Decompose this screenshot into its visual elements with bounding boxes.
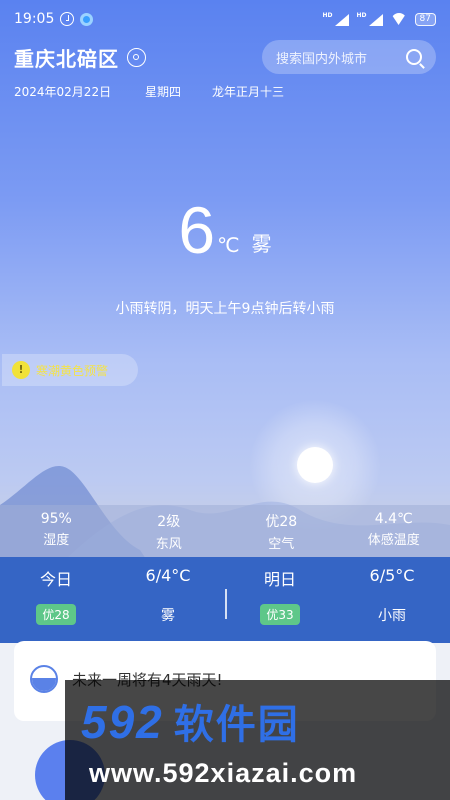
header: 重庆北碚区 搜索国内外城市 (14, 40, 436, 74)
gregorian-date: 2024年02月22日 (14, 85, 112, 99)
city-name[interactable]: 重庆北碚区 (14, 43, 119, 72)
signal-icon: HD (323, 12, 349, 26)
metric-value: 2级 (157, 514, 181, 530)
app-notification-icon (80, 12, 94, 26)
watermark-url: www.592xiazai.com (89, 758, 358, 788)
alert-icon: ! (12, 361, 30, 379)
metric-label: 湿度 (43, 533, 70, 548)
current-weather: 6 ℃ 雾 (0, 195, 450, 265)
metric-air-quality: 优28 空气 (225, 505, 338, 557)
alarm-icon (60, 12, 75, 26)
search-icon[interactable] (406, 49, 422, 65)
metric-label: 东风 (155, 537, 182, 552)
metric-label: 空气 (268, 537, 295, 552)
metric-label: 体感温度 (367, 533, 420, 548)
lunar-date: 龙年正月十三 (212, 85, 285, 99)
alert-text: 寒潮黄色预警 (36, 363, 109, 378)
date-row: 2024年02月22日 星期四 龙年正月十三 (14, 83, 436, 100)
metric-wind: 2级 东风 (113, 505, 226, 557)
wifi-icon (391, 13, 407, 25)
metric-value: 4.4℃ (374, 511, 413, 527)
today-aqi-badge: 优28 (36, 604, 76, 625)
status-bar: 19:05 HD HD 87 (0, 0, 450, 38)
today-label: 今日 (39, 570, 72, 589)
rain-drop-icon (30, 665, 58, 693)
today-condition: 雾 (161, 607, 175, 624)
weather-alert-badge[interactable]: ! 寒潮黄色预警 (2, 354, 138, 386)
metric-feels-like: 4.4℃ 体感温度 (338, 505, 450, 557)
search-input[interactable]: 搜索国内外城市 (262, 40, 436, 74)
signal-icon: HD (357, 12, 383, 26)
temperature-unit: ℃ (217, 233, 240, 257)
watermark-logo-number: 592 (81, 696, 164, 748)
watermark-logo: 592 软件园 (81, 692, 300, 750)
tomorrow-temp: 6/5°C (369, 566, 415, 585)
tomorrow-label: 明日 (263, 570, 296, 589)
metric-value: 95% (40, 511, 72, 527)
metric-humidity: 95% 湿度 (0, 505, 113, 557)
forecast-summary: 小雨转阴，明天上午9点钟后转小雨 (115, 301, 335, 317)
daily-forecast[interactable]: 今日 6/4°C 明日 6/5°C 优28 雾 优33 小雨 (0, 557, 450, 643)
location-icon[interactable] (127, 47, 146, 67)
watermark-logo-text: 软件园 (173, 703, 300, 747)
today-temp: 6/4°C (145, 566, 191, 585)
metric-value: 优28 (265, 514, 298, 530)
current-condition: 雾 (251, 232, 272, 256)
weekday: 星期四 (145, 85, 182, 99)
search-placeholder: 搜索国内外城市 (276, 51, 368, 67)
tomorrow-aqi-badge: 优33 (260, 604, 300, 625)
watermark-overlay: 592 软件园 www.592xiazai.com (65, 680, 450, 800)
weather-metrics: 95% 湿度 2级 东风 优28 空气 4.4℃ 体感温度 (0, 505, 450, 557)
tomorrow-condition: 小雨 (378, 607, 406, 624)
current-temperature: 6 (178, 193, 216, 267)
battery-icon: 87 (414, 12, 436, 26)
status-time: 19:05 (14, 11, 55, 27)
